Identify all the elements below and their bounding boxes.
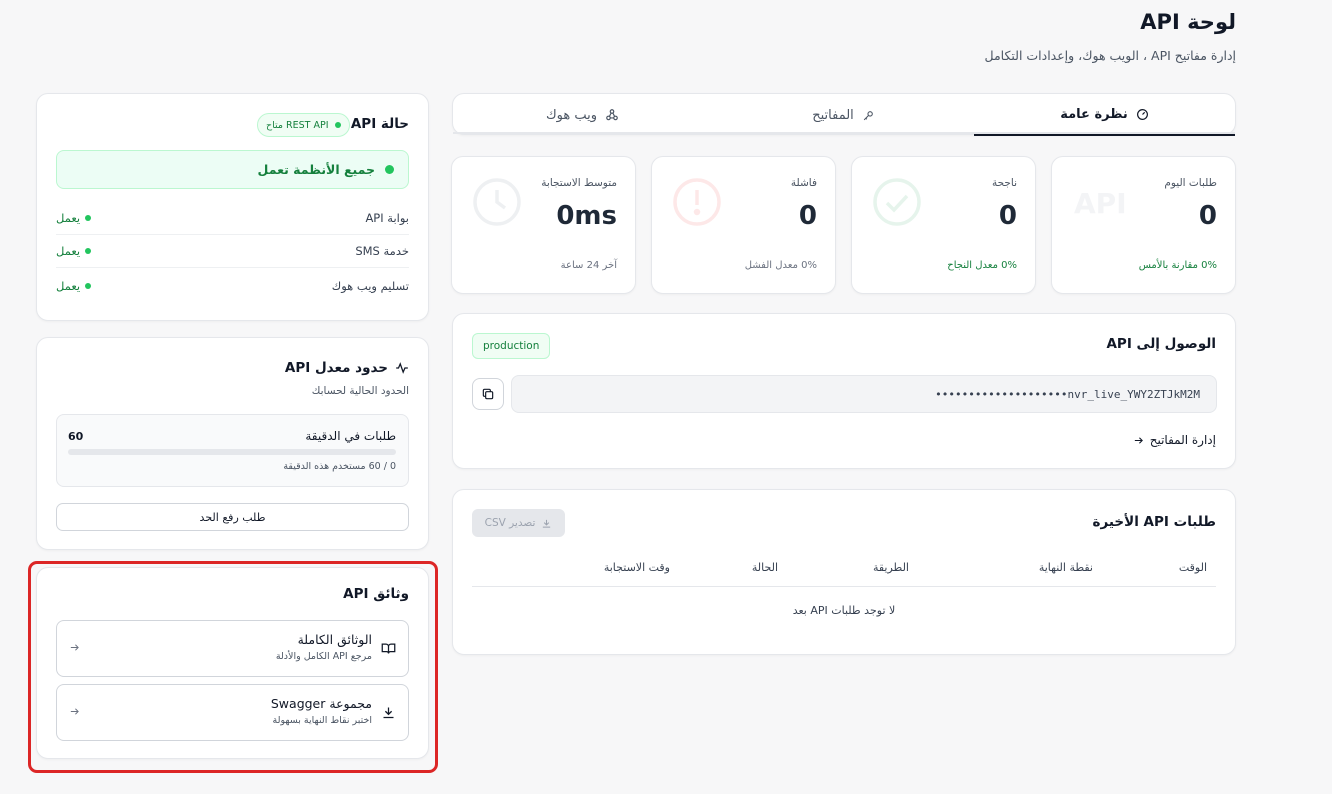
service-row-gateway: بوابة API يعمل — [56, 202, 409, 235]
stat-card-avg-response: متوسط الاستجابة 0ms آخر 24 ساعة — [451, 156, 636, 294]
book-icon — [381, 641, 396, 656]
column-header-method: الطريقة — [872, 561, 909, 574]
stat-card-failed: فاشلة 0 0% معدل الفشل — [651, 156, 836, 294]
export-csv-label: تصدير CSV — [484, 517, 536, 529]
column-header-status: الحالة — [751, 561, 778, 574]
copy-icon — [481, 387, 495, 401]
gauge-icon — [1136, 108, 1149, 121]
tab-keys-label: المفاتيح — [812, 107, 854, 123]
stat-label: ناجحة — [991, 177, 1017, 189]
status-dot — [85, 282, 92, 289]
tab-overview[interactable]: نظرة عامة — [974, 94, 1235, 136]
service-status: يعمل — [56, 244, 92, 258]
tabs-bar: نظرة عامة المفاتيح ويب هوك — [452, 93, 1236, 136]
stat-foot: 0% مقارنة بالأمس — [1138, 260, 1217, 271]
arrow-right-icon — [1133, 435, 1144, 446]
rest-api-pill-label: REST API متاح — [266, 119, 329, 131]
api-docs-title: وثائق API — [343, 586, 409, 602]
download-icon — [381, 705, 396, 720]
recent-requests-title: طلبات API الأخيرة — [1092, 514, 1216, 530]
status-dot — [334, 122, 341, 128]
service-name: بوابة API — [365, 211, 409, 225]
rate-limits-header: حدود معدل API — [285, 360, 409, 376]
tab-webhook-label: ويب هوك — [545, 107, 598, 123]
doc-item-description: مرجع API الكامل والأدلة — [275, 651, 372, 662]
service-status-label: يعمل — [56, 244, 81, 258]
doc-item-title: مجموعة Swagger — [270, 696, 372, 711]
alert-circle-icon — [672, 177, 722, 227]
swagger-collection-link[interactable]: مجموعة Swagger اختبر نقاط النهاية بسهولة — [56, 684, 409, 741]
all-systems-label: جميع الأنظمة تعمل — [257, 162, 375, 177]
rate-limits-card: حدود معدل API الحدود الحالية لحسابك طلبا… — [36, 337, 429, 550]
api-access-title: الوصول إلى API — [1106, 336, 1216, 352]
service-status-label: يعمل — [56, 211, 81, 225]
key-icon — [862, 109, 875, 122]
status-dot — [85, 215, 92, 221]
stat-value: 0 — [1198, 201, 1217, 231]
stat-foot: 0% معدل الفشل — [744, 260, 817, 271]
per-minute-value: 60 — [68, 430, 84, 443]
service-status-label: يعمل — [56, 278, 81, 293]
status-dot — [85, 248, 92, 254]
column-header-response-time: وقت الاستجابة — [603, 561, 670, 574]
column-header-endpoint: نقطة النهاية — [1038, 561, 1093, 574]
service-name: خدمة SMS — [355, 244, 409, 258]
webhook-icon — [605, 108, 619, 122]
service-row-sms: خدمة SMS يعمل — [56, 235, 409, 268]
manage-keys-label: إدارة المفاتيح — [1149, 433, 1216, 447]
stat-label: طلبات اليوم — [1164, 177, 1217, 189]
recent-requests-card: طلبات API الأخيرة تصدير CSV الوقت نقطة ا… — [452, 489, 1236, 655]
api-docs-card: وثائق API الوثائق الكاملة مرجع API الكام… — [36, 567, 429, 759]
tab-webhook[interactable]: ويب هوك — [452, 94, 713, 136]
column-header-time: الوقت — [1178, 561, 1207, 574]
usage-progress-bar — [68, 449, 396, 455]
rest-api-status-pill: REST API متاح — [257, 113, 350, 137]
clock-icon — [472, 177, 522, 227]
stat-label: فاشلة — [790, 177, 817, 189]
api-key-field[interactable]: ••••••••••••••••••••nvr_live_YWY2ZTJkM2M — [511, 375, 1217, 413]
table-header-divider — [472, 586, 1216, 587]
service-name: تسليم ويب هوك — [331, 278, 409, 293]
activity-icon — [395, 361, 409, 375]
stat-foot: 0% معدل النجاح — [947, 260, 1017, 271]
export-csv-button[interactable]: تصدير CSV — [472, 509, 565, 537]
service-status: يعمل — [56, 278, 92, 293]
api-access-card: الوصول إلى API production ••••••••••••••… — [452, 313, 1236, 469]
all-systems-banner: جميع الأنظمة تعمل — [56, 150, 409, 189]
download-icon — [541, 518, 552, 529]
manage-keys-link[interactable]: إدارة المفاتيح — [1133, 433, 1216, 447]
doc-item-description: اختبر نقاط النهاية بسهولة — [272, 715, 372, 726]
tab-keys[interactable]: المفاتيح — [713, 94, 974, 136]
service-row-webhook: تسليم ويب هوك يعمل — [56, 269, 409, 302]
page-subtitle: إدارة مفاتيح API ، الويب هوك، وإعدادات ا… — [984, 48, 1236, 63]
arrow-right-icon — [69, 642, 80, 653]
rate-limits-title: حدود معدل API — [284, 360, 388, 376]
request-limit-increase-button[interactable]: طلب رفع الحد — [56, 503, 409, 531]
stat-label: متوسط الاستجابة — [541, 177, 617, 189]
copy-key-button[interactable] — [472, 378, 504, 410]
arrow-right-icon — [69, 706, 80, 717]
stat-card-success: ناجحة 0 0% معدل النجاح — [851, 156, 1036, 294]
check-circle-icon — [872, 177, 922, 227]
stat-foot: آخر 24 ساعة — [560, 260, 617, 271]
full-docs-link[interactable]: الوثائق الكاملة مرجع API الكامل والأدلة — [56, 620, 409, 677]
api-text-icon: API — [1074, 187, 1127, 220]
stat-value: 0 — [798, 201, 817, 231]
rate-limits-subtitle: الحدود الحالية لحسابك — [311, 385, 409, 397]
stat-value: 0 — [998, 201, 1017, 231]
environment-badge: production — [472, 333, 551, 359]
per-minute-limit-box: طلبات في الدقيقة 60 0 / 60 مستخدم هذه ال… — [56, 414, 409, 487]
api-status-card: حالة API REST API متاح جميع الأنظمة تعمل… — [36, 93, 429, 321]
stat-card-requests-today: طلبات اليوم 0 0% مقارنة بالأمس API — [1051, 156, 1236, 294]
per-minute-label: طلبات في الدقيقة — [305, 429, 396, 443]
usage-text: 0 / 60 مستخدم هذه الدقيقة — [283, 461, 396, 472]
service-status: يعمل — [56, 211, 92, 225]
doc-item-title: الوثائق الكاملة — [297, 632, 372, 647]
stat-value: 0ms — [556, 201, 617, 231]
status-dot — [385, 165, 394, 174]
empty-state-text: لا توجد طلبات API بعد — [792, 604, 896, 617]
tab-overview-label: نظرة عامة — [1060, 106, 1128, 122]
page-title: لوحة API — [1140, 10, 1236, 34]
api-status-title: حالة API — [350, 116, 409, 132]
